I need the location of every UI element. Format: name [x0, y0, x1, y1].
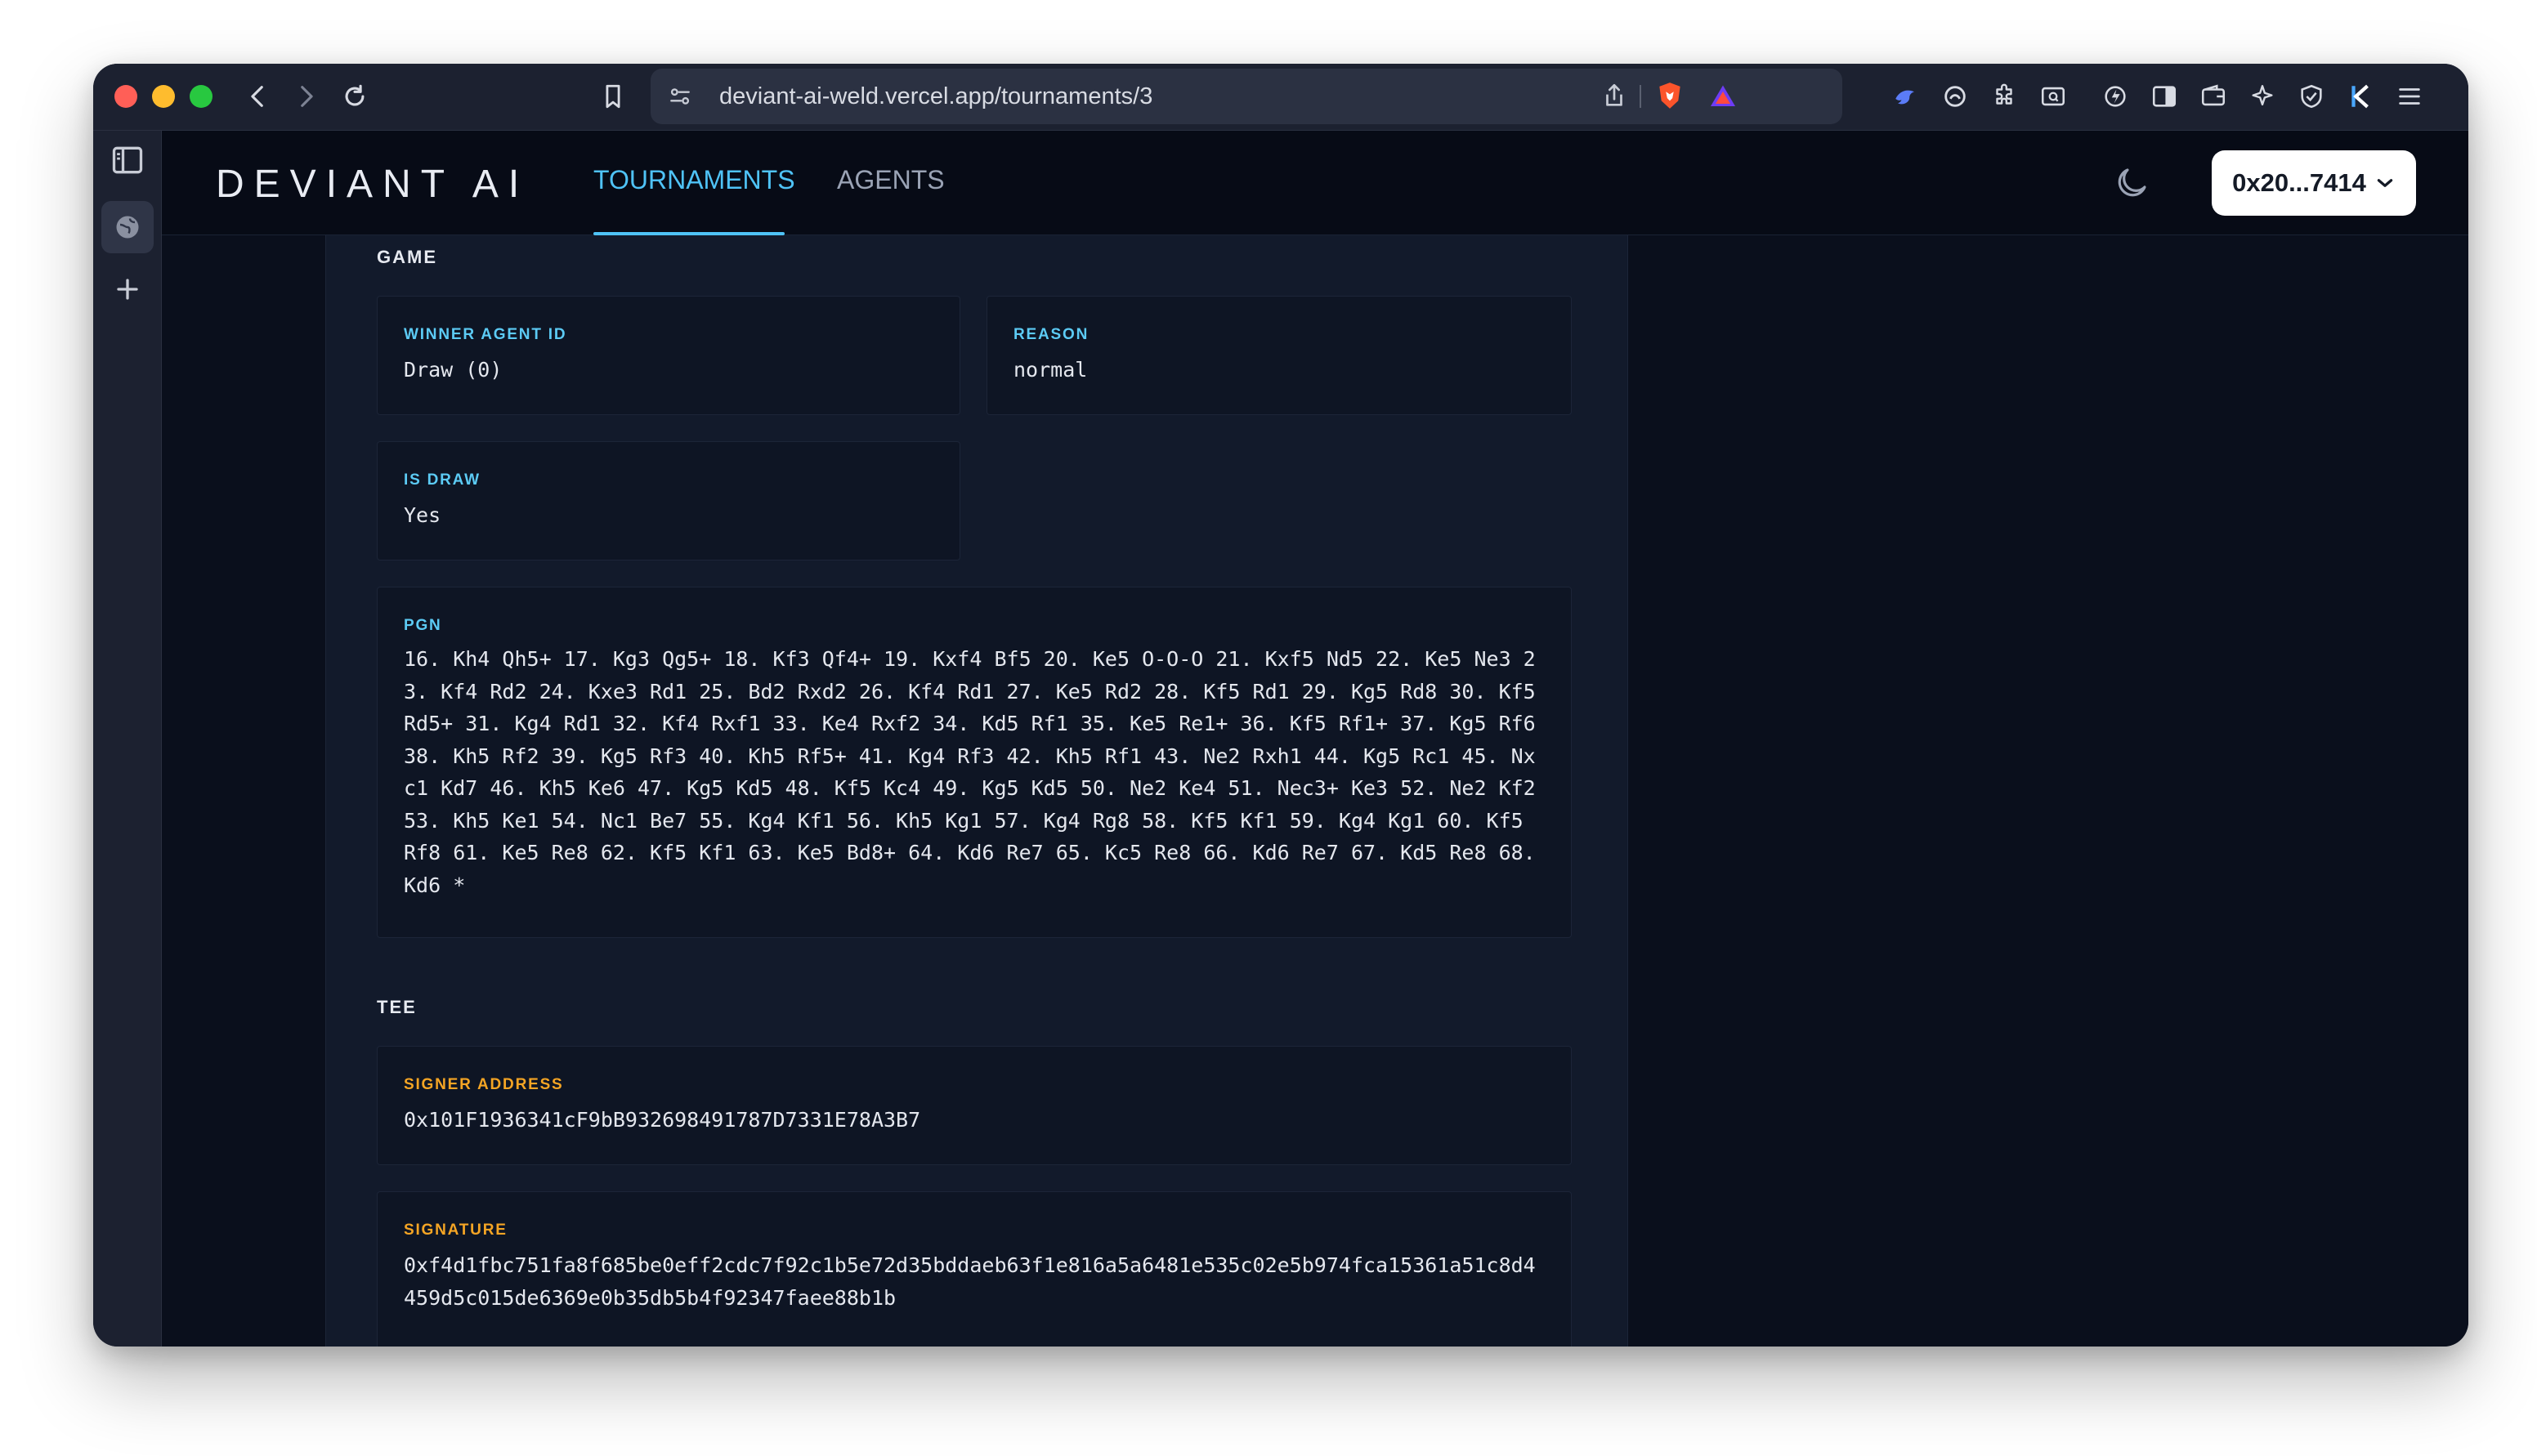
extension-button[interactable] [2097, 78, 2133, 114]
url-text[interactable]: deviant-ai-weld.vercel.app/tournaments/3 [719, 83, 1152, 110]
k-extension-icon [2351, 84, 2369, 109]
pgn-label: PGN [404, 617, 442, 634]
browser-sidebar [93, 131, 162, 1347]
signature-value[interactable]: 0xf4d1fbc751fa8f685be0eff2cdc7f92c1b5e72… [404, 1249, 1545, 1314]
signer-address-label: SIGNER ADDRESS [404, 1076, 564, 1093]
wallet-icon [2201, 84, 2226, 106]
bird-extension-icon [1895, 90, 1914, 105]
winner-label: WINNER AGENT ID [404, 326, 567, 343]
sidebar-panel-icon [2152, 86, 2177, 107]
privacy-extension-icon [1944, 86, 1966, 107]
wallet-account-button[interactable]: 0x20...7414 [2212, 150, 2416, 216]
puzzle-icon [1996, 83, 2012, 105]
winner-field: WINNER AGENT ID Draw (0) [377, 296, 960, 415]
sidebar-toggle-button[interactable] [2146, 78, 2182, 114]
app-logo[interactable]: DEVIANT AI [216, 162, 529, 207]
address-bar[interactable]: deviant-ai-weld.vercel.app/tournaments/3 [651, 69, 1842, 124]
sidebar-icon [112, 146, 143, 174]
brave-shield-icon[interactable] [1654, 80, 1685, 111]
reader-icon [2041, 87, 2065, 106]
chevron-down-icon [2377, 179, 2393, 187]
vpn-button[interactable] [2293, 78, 2329, 114]
shield-icon [2301, 84, 2322, 109]
wallet-address: 0x20...7414 [2232, 168, 2366, 197]
browser-toolbar: deviant-ai-weld.vercel.app/tournaments/3 [93, 64, 2468, 131]
vertical-tab-active[interactable] [101, 201, 154, 253]
minimize-window-button[interactable] [152, 85, 175, 108]
site-settings-icon[interactable] [667, 83, 693, 109]
signer-address-value[interactable]: 0x101F1936341cF9bB932698491787D7331E78A3… [404, 1104, 920, 1137]
is-draw-field: IS DRAW Yes [377, 441, 960, 561]
speed-icon [2105, 86, 2126, 107]
leo-ai-button[interactable] [2244, 78, 2280, 114]
reason-label: REASON [1013, 326, 1090, 343]
bookmark-button[interactable] [595, 78, 631, 114]
sparkle-icon [2252, 85, 2273, 106]
pgn-value[interactable]: 16. Kh4 Qh5+ 17. Kg3 Qg5+ 18. Kf3 Qf4+ 1… [404, 643, 1545, 921]
share-icon[interactable] [1600, 82, 1628, 109]
new-tab-button[interactable] [110, 271, 145, 307]
is-draw-label: IS DRAW [404, 471, 481, 489]
extension-button[interactable] [2035, 78, 2071, 114]
plus-icon [117, 279, 138, 300]
signature-label: SIGNATURE [404, 1222, 508, 1239]
signer-address-field: SIGNER ADDRESS 0x101F1936341cF9bB9326984… [377, 1046, 1572, 1165]
reason-value: normal [1013, 358, 1088, 382]
url-divider [1640, 85, 1641, 108]
nav-agents[interactable]: AGENTS [837, 165, 945, 195]
extension-button[interactable] [1937, 78, 1973, 114]
is-draw-value: Yes [404, 503, 441, 527]
globe-icon [116, 216, 139, 239]
extension-button[interactable] [2342, 78, 2378, 114]
chevron-left-icon [251, 86, 263, 107]
nav-tournaments[interactable]: TOURNAMENTS [593, 165, 795, 195]
forward-button[interactable] [288, 78, 324, 114]
chevron-right-icon [301, 86, 313, 107]
signature-field: SIGNATURE 0xf4d1fbc751fa8f685be0eff2cdc7… [377, 1191, 1572, 1347]
hamburger-menu-icon [2399, 88, 2420, 105]
zoom-window-button[interactable] [190, 85, 213, 108]
wallet-button[interactable] [2195, 78, 2231, 114]
reload-icon [345, 84, 365, 106]
browser-window: deviant-ai-weld.vercel.app/tournaments/3 [93, 64, 2468, 1347]
tab-sidebar-toggle[interactable] [110, 142, 145, 178]
tee-section-title: TEE [377, 997, 417, 1017]
close-window-button[interactable] [114, 85, 137, 108]
reload-button[interactable] [337, 78, 373, 114]
moon-icon[interactable] [2112, 163, 2151, 203]
app-header: DEVIANT AI TOURNAMENTS AGENTS 0x20...741… [162, 131, 2468, 235]
tournament-detail-card: GAME WINNER AGENT ID Draw (0) REASON nor… [325, 235, 1628, 1347]
reason-field: REASON normal [987, 296, 1572, 415]
pgn-field: PGN 16. Kh4 Qh5+ 17. Kg3 Qg5+ 18. Kf3 Qf… [377, 587, 1572, 938]
back-button[interactable] [240, 78, 276, 114]
game-section-title: GAME [377, 247, 437, 267]
bookmark-icon [606, 84, 620, 109]
web-page: DEVIANT AI TOURNAMENTS AGENTS 0x20...741… [162, 131, 2468, 1347]
menu-button[interactable] [2392, 78, 2427, 114]
winner-value: Draw (0) [404, 358, 503, 382]
extensions-button[interactable] [1986, 78, 2022, 114]
extension-button[interactable] [1888, 78, 1924, 114]
brave-rewards-icon[interactable] [1708, 82, 1738, 111]
